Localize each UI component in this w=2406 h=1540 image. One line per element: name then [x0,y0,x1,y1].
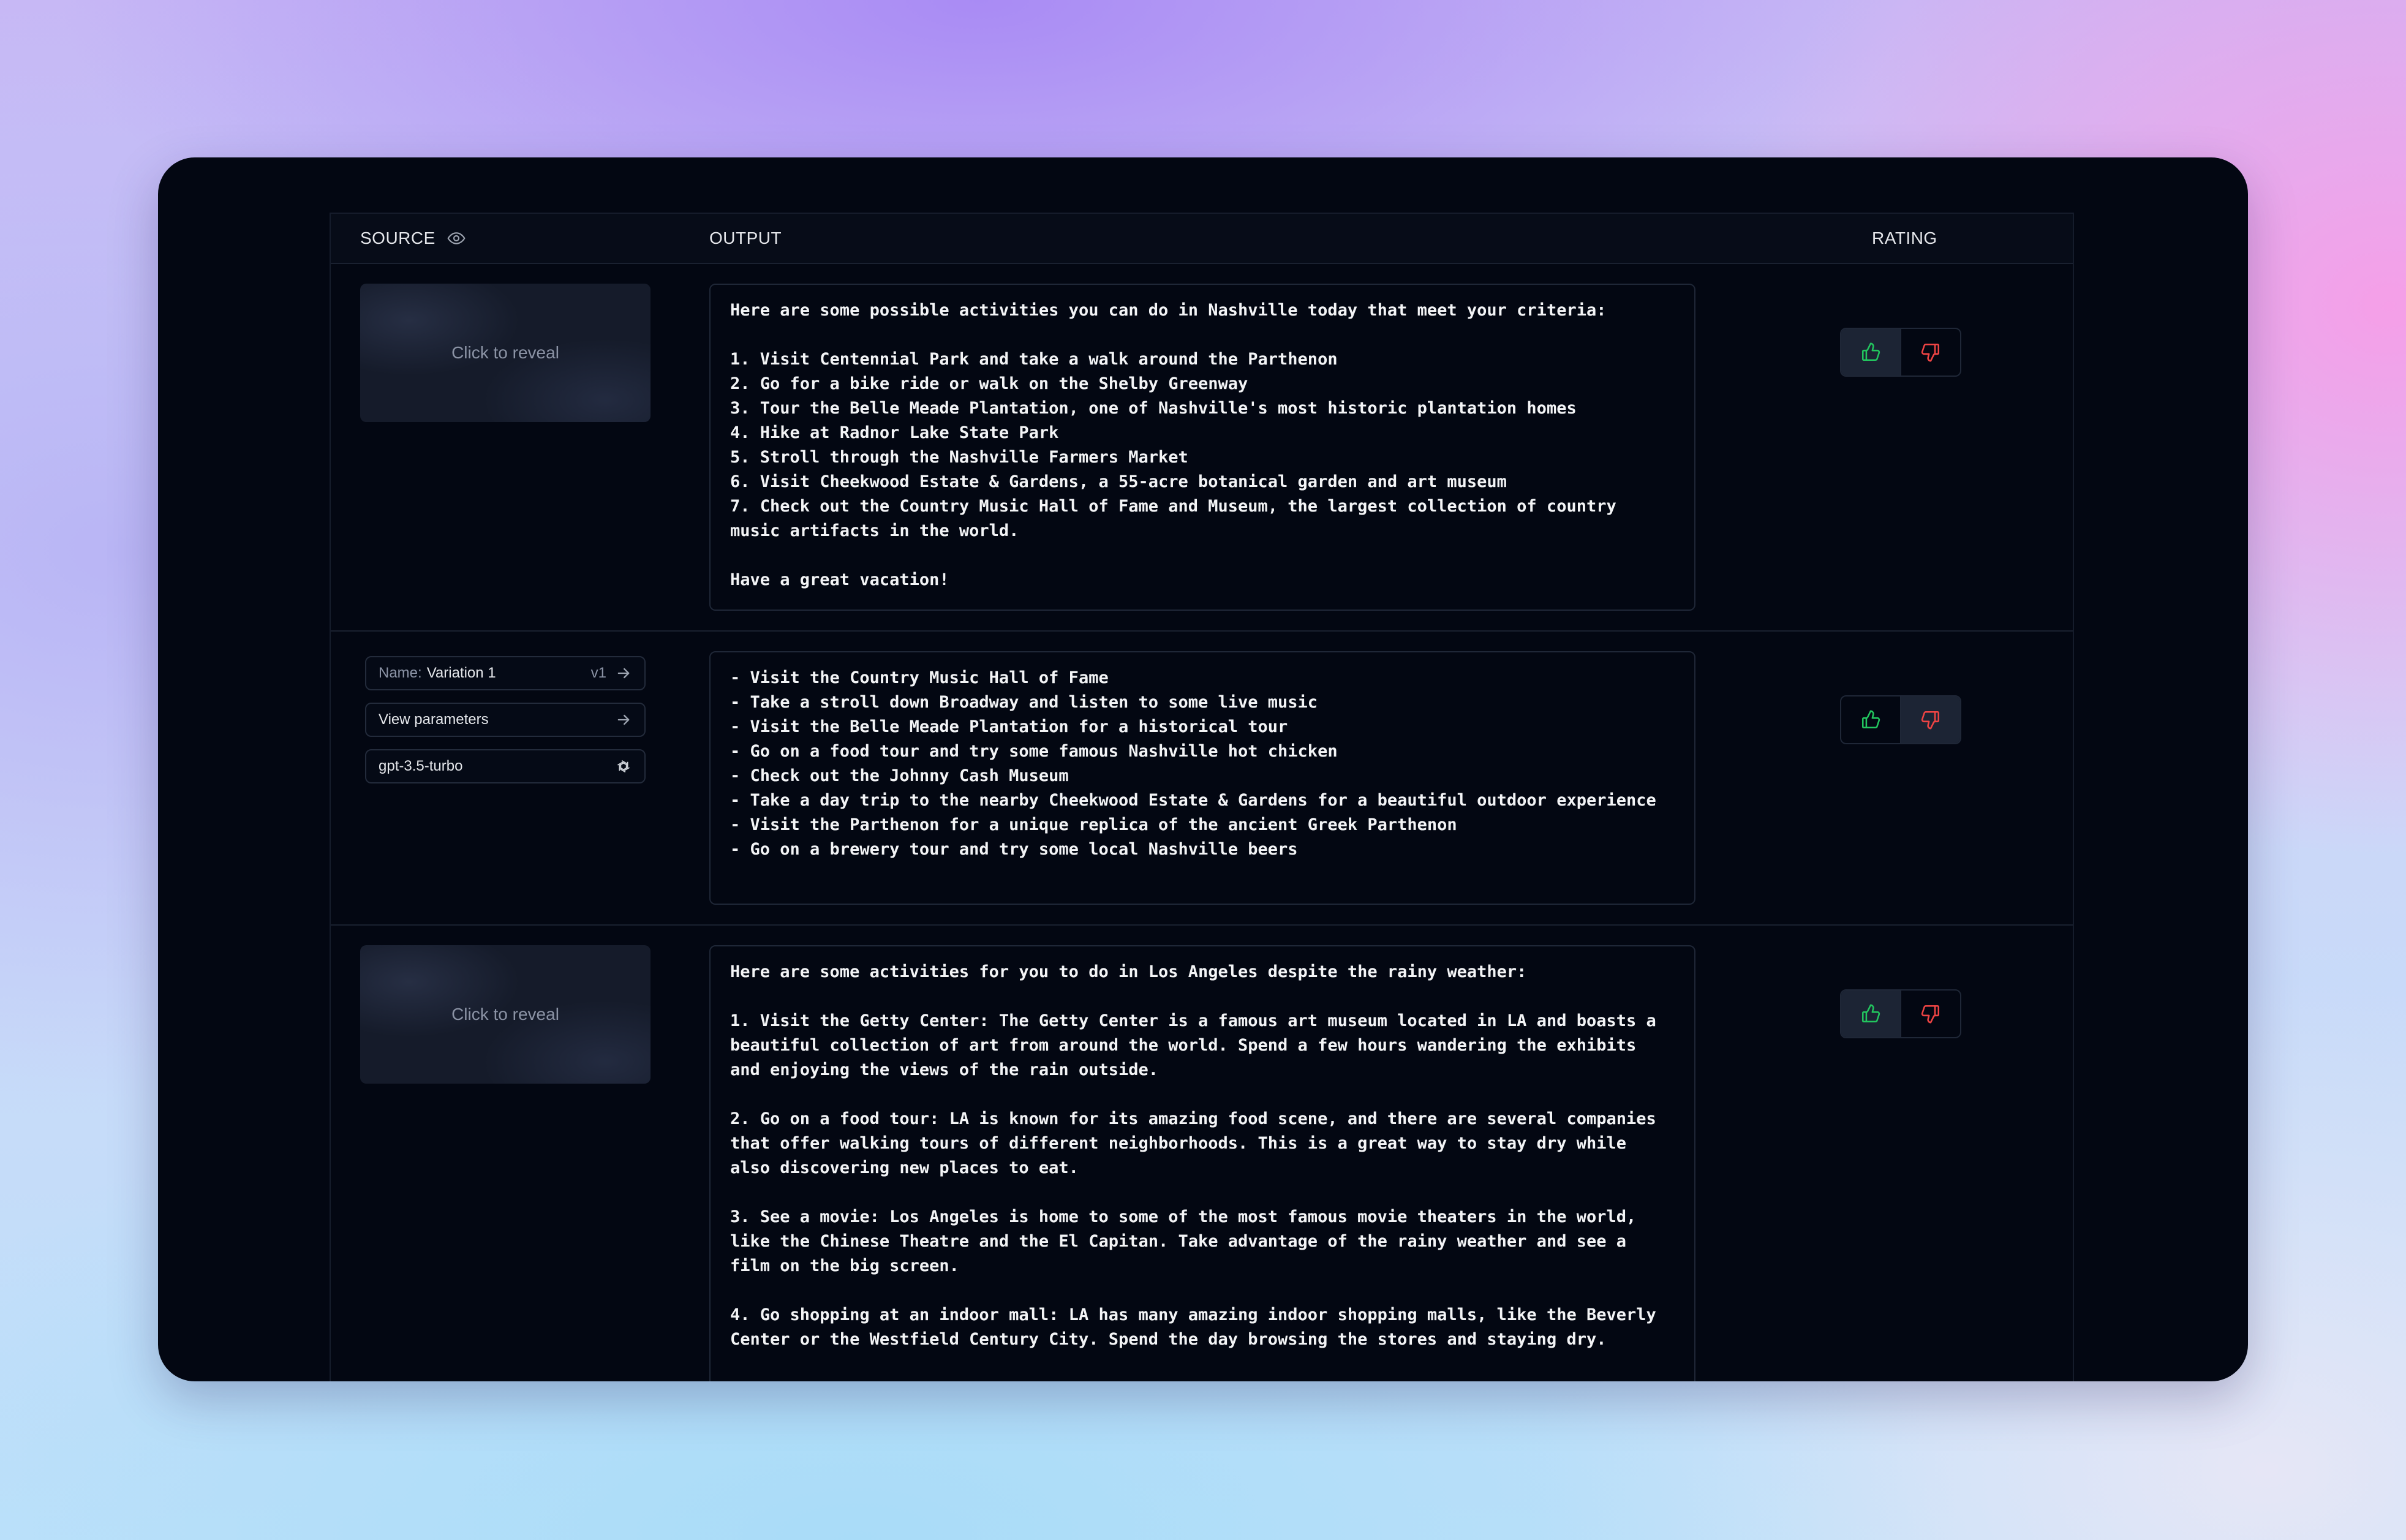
view-parameters-label: View parameters [379,711,489,728]
table-header: SOURCE OUTPUT RATING [331,214,2073,264]
variation-name-value: Variation 1 [426,665,496,681]
rating-control [1840,328,1961,377]
output-text: Here are some possible activities you ca… [709,284,1695,611]
header-source-label: SOURCE [360,228,436,247]
thumbs-up-button[interactable] [1841,329,1900,376]
thumbs-up-button[interactable] [1841,696,1900,743]
thumbs-down-button[interactable] [1900,696,1960,743]
thumbs-up-button[interactable] [1841,991,1900,1037]
thumbs-down-icon [1921,1005,1940,1024]
eye-icon[interactable] [447,228,466,248]
thumbs-up-icon [1861,342,1880,361]
thumbs-down-icon [1921,343,1940,362]
arrow-right-icon [617,668,630,679]
evaluation-table: SOURCE OUTPUT RATING Click to reveal Her… [330,213,2074,1381]
thumbs-down-button[interactable] [1900,991,1960,1037]
table-row: Click to reveal Here are some activities… [331,926,2073,1381]
reveal-source-button[interactable]: Click to reveal [360,284,651,422]
reveal-source-button[interactable]: Click to reveal [360,945,651,1084]
output-text: Here are some activities for you to do i… [709,945,1695,1381]
output-text: - Visit the Country Music Hall of Fame -… [709,651,1695,905]
thumbs-down-button[interactable] [1900,329,1960,376]
thumbs-down-icon [1921,711,1940,730]
model-field[interactable]: gpt-3.5-turbo [365,749,646,783]
arrow-right-icon [617,714,630,725]
rating-control [1840,989,1961,1038]
table-row: Name: Variation 1 v1 View parameters gpt… [331,632,2073,926]
header-source: SOURCE [360,214,466,263]
table-row: Click to reveal Here are some possible a… [331,264,2073,632]
header-output: OUTPUT [709,228,782,247]
header-rating: RATING [1872,228,1937,247]
variation-version: v1 [590,665,606,681]
variation-name-label: Name: [379,665,422,681]
thumbs-up-icon [1861,710,1880,729]
view-parameters-button[interactable]: View parameters [365,703,646,737]
rating-control [1840,695,1961,744]
variation-name-field[interactable]: Name: Variation 1 v1 [365,656,646,690]
model-label: gpt-3.5-turbo [379,758,463,774]
openai-logo-icon [617,760,630,773]
thumbs-up-icon [1861,1004,1880,1023]
app-window: SOURCE OUTPUT RATING Click to reveal Her… [158,157,2248,1381]
